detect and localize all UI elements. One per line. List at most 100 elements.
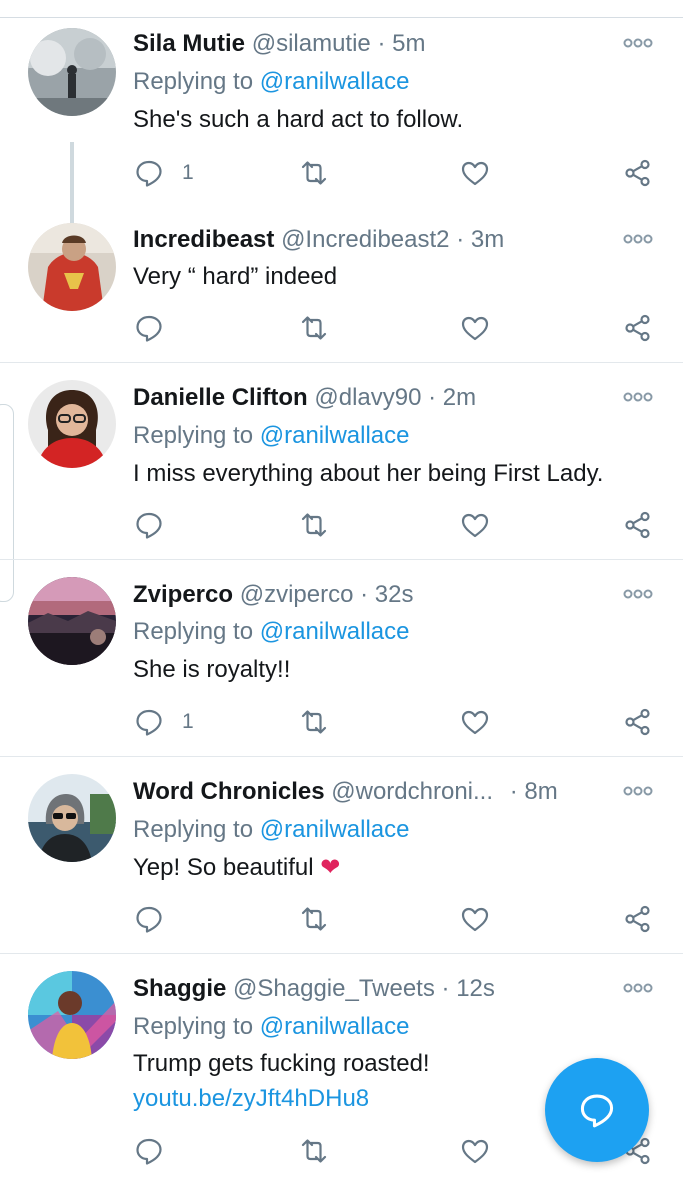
timestamp[interactable]: 32s [375,581,414,608]
timestamp[interactable]: 5m [392,30,425,57]
heart-outline-icon [461,513,489,538]
avatar[interactable] [28,971,116,1059]
replying-to: Replying to @ranilwallace [133,1012,410,1042]
separator: · [456,226,465,253]
tweet-text: Trump gets fucking roasted! [133,1050,430,1077]
replying-to: Replying to @ranilwallace [133,815,410,845]
tweet-text-content: Yep! So beautiful [133,854,314,881]
reply-mention-link[interactable]: @ranilwallace [260,816,410,843]
tweet-1[interactable]: Sila Mutie @silamutie · 5m Replying to @… [0,18,683,230]
user-handle[interactable]: @wordchroni... [331,778,493,805]
avatar[interactable] [28,774,116,862]
user-name[interactable]: Shaggie [133,975,226,1002]
timestamp[interactable]: 8m [524,778,557,805]
tweet-header: Sila Mutie @silamutie · 5m [133,29,425,59]
share-button[interactable] [623,899,653,939]
like-button[interactable] [460,153,490,193]
timestamp[interactable]: 2m [443,384,476,411]
more-options-button[interactable] [622,981,654,995]
replying-to-label: Replying to [133,422,254,449]
user-handle[interactable]: @zviperco [240,581,354,608]
tweet-header: Incredibeast @Incredibeast2 · 3m [133,225,504,255]
user-handle[interactable]: @silamutie [252,30,371,57]
like-button[interactable] [460,308,490,348]
user-name[interactable]: Word Chronicles [133,778,325,805]
tweet-4[interactable]: Zviperco @zviperco · 32s Replying to @ra… [0,560,683,757]
reply-button[interactable]: 1 [134,702,194,742]
avatar[interactable] [28,380,116,468]
avatar[interactable] [28,223,116,311]
reply-button[interactable]: 1 [134,153,194,193]
tweet-header: Word Chronicles @wordchroni... · 8m [133,777,558,807]
reply-button[interactable] [134,505,164,545]
reply-button[interactable] [134,1131,164,1171]
three-dots-icon [623,234,653,244]
user-name[interactable]: Incredibeast [133,226,274,253]
like-button[interactable] [460,1131,490,1171]
speech-bubble-icon [136,906,162,933]
tweet-text: She's such a hard act to follow. [133,106,464,133]
avatar[interactable] [28,577,116,665]
compose-reply-button[interactable] [545,1058,649,1162]
tweet-5[interactable]: Word Chronicles @wordchroni... · 8m Repl… [0,757,683,954]
tweet-2[interactable]: Incredibeast @Incredibeast2 · 3m Very “ … [0,215,683,363]
timestamp[interactable]: 12s [456,975,495,1002]
retweet-button[interactable] [299,1131,329,1171]
tweet-text: She is royalty!! [133,656,291,683]
share-button[interactable] [623,153,653,193]
user-name[interactable]: Sila Mutie [133,30,245,57]
more-options-button[interactable] [622,390,654,404]
retweet-button[interactable] [299,899,329,939]
retweet-arrows-icon [301,907,327,931]
user-name[interactable]: Zviperco [133,581,233,608]
three-dots-icon [623,38,653,48]
reply-button[interactable] [134,899,164,939]
red-heart-emoji: ❤ [320,854,341,881]
like-button[interactable] [460,702,490,742]
reply-mention-link[interactable]: @ranilwallace [260,618,410,645]
tweet-3[interactable]: Danielle Clifton @dlavy90 · 2m Replying … [0,363,683,560]
like-button[interactable] [460,899,490,939]
share-button[interactable] [623,308,653,348]
retweet-button[interactable] [299,308,329,348]
reply-mention-link[interactable]: @ranilwallace [260,422,410,449]
user-handle[interactable]: @Shaggie_Tweets [233,975,435,1002]
share-nodes-icon [625,159,650,187]
like-button[interactable] [460,505,490,545]
more-options-button[interactable] [622,36,654,50]
replying-to-label: Replying to [133,1013,254,1040]
retweet-button[interactable] [299,153,329,193]
separator: · [360,581,369,608]
three-dots-icon [623,786,653,796]
tweet-actions [0,899,683,939]
more-options-button[interactable] [622,587,654,601]
retweet-button[interactable] [299,702,329,742]
tweet-link[interactable]: youtu.be/zyJft4hDHu8 [133,1084,369,1114]
tweet-actions: 1 [0,153,683,193]
compose-reply-icon [580,1094,614,1128]
more-options-button[interactable] [622,784,654,798]
user-handle[interactable]: @dlavy90 [314,384,421,411]
more-options-button[interactable] [622,232,654,246]
timestamp[interactable]: 3m [471,226,504,253]
reply-mention-link[interactable]: @ranilwallace [260,68,410,95]
tweet-text: I miss everything about her being First … [133,460,604,487]
replying-to: Replying to @ranilwallace [133,67,410,97]
reply-button[interactable] [134,308,164,348]
tweet-actions: 1 [0,702,683,742]
share-button[interactable] [623,505,653,545]
tweet-header: Zviperco @zviperco · 32s [133,580,413,610]
heart-outline-icon [461,907,489,932]
user-handle[interactable]: @Incredibeast2 [281,226,449,253]
tweet-actions [0,308,683,348]
tweet-text: Very “ hard” indeed [133,263,338,290]
heart-outline-icon [461,316,489,341]
share-nodes-icon [625,905,650,933]
avatar[interactable] [28,28,116,116]
user-name[interactable]: Danielle Clifton [133,384,308,411]
heart-outline-icon [461,1139,489,1164]
reply-mention-link[interactable]: @ranilwallace [260,1013,410,1040]
retweet-button[interactable] [299,505,329,545]
share-button[interactable] [623,702,653,742]
three-dots-icon [623,589,653,599]
